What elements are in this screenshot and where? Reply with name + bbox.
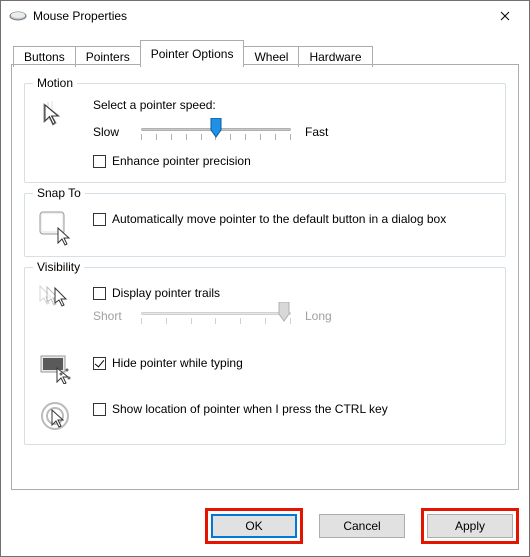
group-snap-to: Snap To Automatically move pointer to th… bbox=[24, 193, 506, 257]
pointer-trails-slider bbox=[141, 304, 291, 328]
dialog-buttons: OK Cancel Apply bbox=[1, 500, 529, 556]
pointer-speed-slider[interactable] bbox=[141, 120, 291, 144]
snap-to-icon bbox=[35, 208, 79, 246]
ok-button[interactable]: OK bbox=[211, 514, 297, 538]
apply-button[interactable]: Apply bbox=[427, 514, 513, 538]
hide-typing-label: Hide pointer while typing bbox=[112, 356, 243, 370]
titlebar: Mouse Properties bbox=[1, 1, 529, 31]
mouse-icon bbox=[9, 10, 27, 22]
ctrl-locate-icon bbox=[35, 398, 79, 434]
snapto-label: Automatically move pointer to the defaul… bbox=[112, 212, 446, 226]
group-title-visibility: Visibility bbox=[33, 260, 84, 274]
group-motion: Motion Select a pointer bbox=[24, 83, 506, 183]
enhance-precision-label: Enhance pointer precision bbox=[112, 154, 251, 168]
tab-pointer-options[interactable]: Pointer Options bbox=[140, 40, 245, 65]
tab-strip: Buttons Pointers Pointer Options Wheel H… bbox=[13, 39, 519, 64]
mouse-properties-dialog: Mouse Properties Buttons Pointers Pointe… bbox=[0, 0, 530, 557]
group-visibility: Visibility bbox=[24, 267, 506, 445]
tab-panel-pointer-options: Motion Select a pointer bbox=[11, 64, 519, 490]
cancel-button[interactable]: Cancel bbox=[319, 514, 405, 538]
snapto-checkbox[interactable] bbox=[93, 213, 106, 226]
slider-slow-label: Slow bbox=[93, 125, 127, 139]
cursor-speed-icon bbox=[35, 98, 79, 134]
trails-short-label: Short bbox=[93, 309, 127, 323]
group-title-motion: Motion bbox=[33, 76, 77, 90]
pointer-trails-icon bbox=[35, 282, 79, 314]
close-button[interactable] bbox=[485, 2, 525, 30]
trails-label: Display pointer trails bbox=[112, 286, 220, 300]
group-title-snapto: Snap To bbox=[33, 186, 85, 200]
ctrl-locate-label: Show location of pointer when I press th… bbox=[112, 402, 388, 416]
slider-fast-label: Fast bbox=[305, 125, 339, 139]
trails-checkbox[interactable] bbox=[93, 287, 106, 300]
hide-typing-checkbox[interactable] bbox=[93, 357, 106, 370]
hide-typing-icon bbox=[35, 352, 79, 384]
pointer-speed-label: Select a pointer speed: bbox=[93, 98, 495, 112]
enhance-precision-checkbox[interactable] bbox=[93, 155, 106, 168]
ctrl-locate-checkbox[interactable] bbox=[93, 403, 106, 416]
window-title: Mouse Properties bbox=[33, 9, 485, 23]
trails-long-label: Long bbox=[305, 309, 339, 323]
